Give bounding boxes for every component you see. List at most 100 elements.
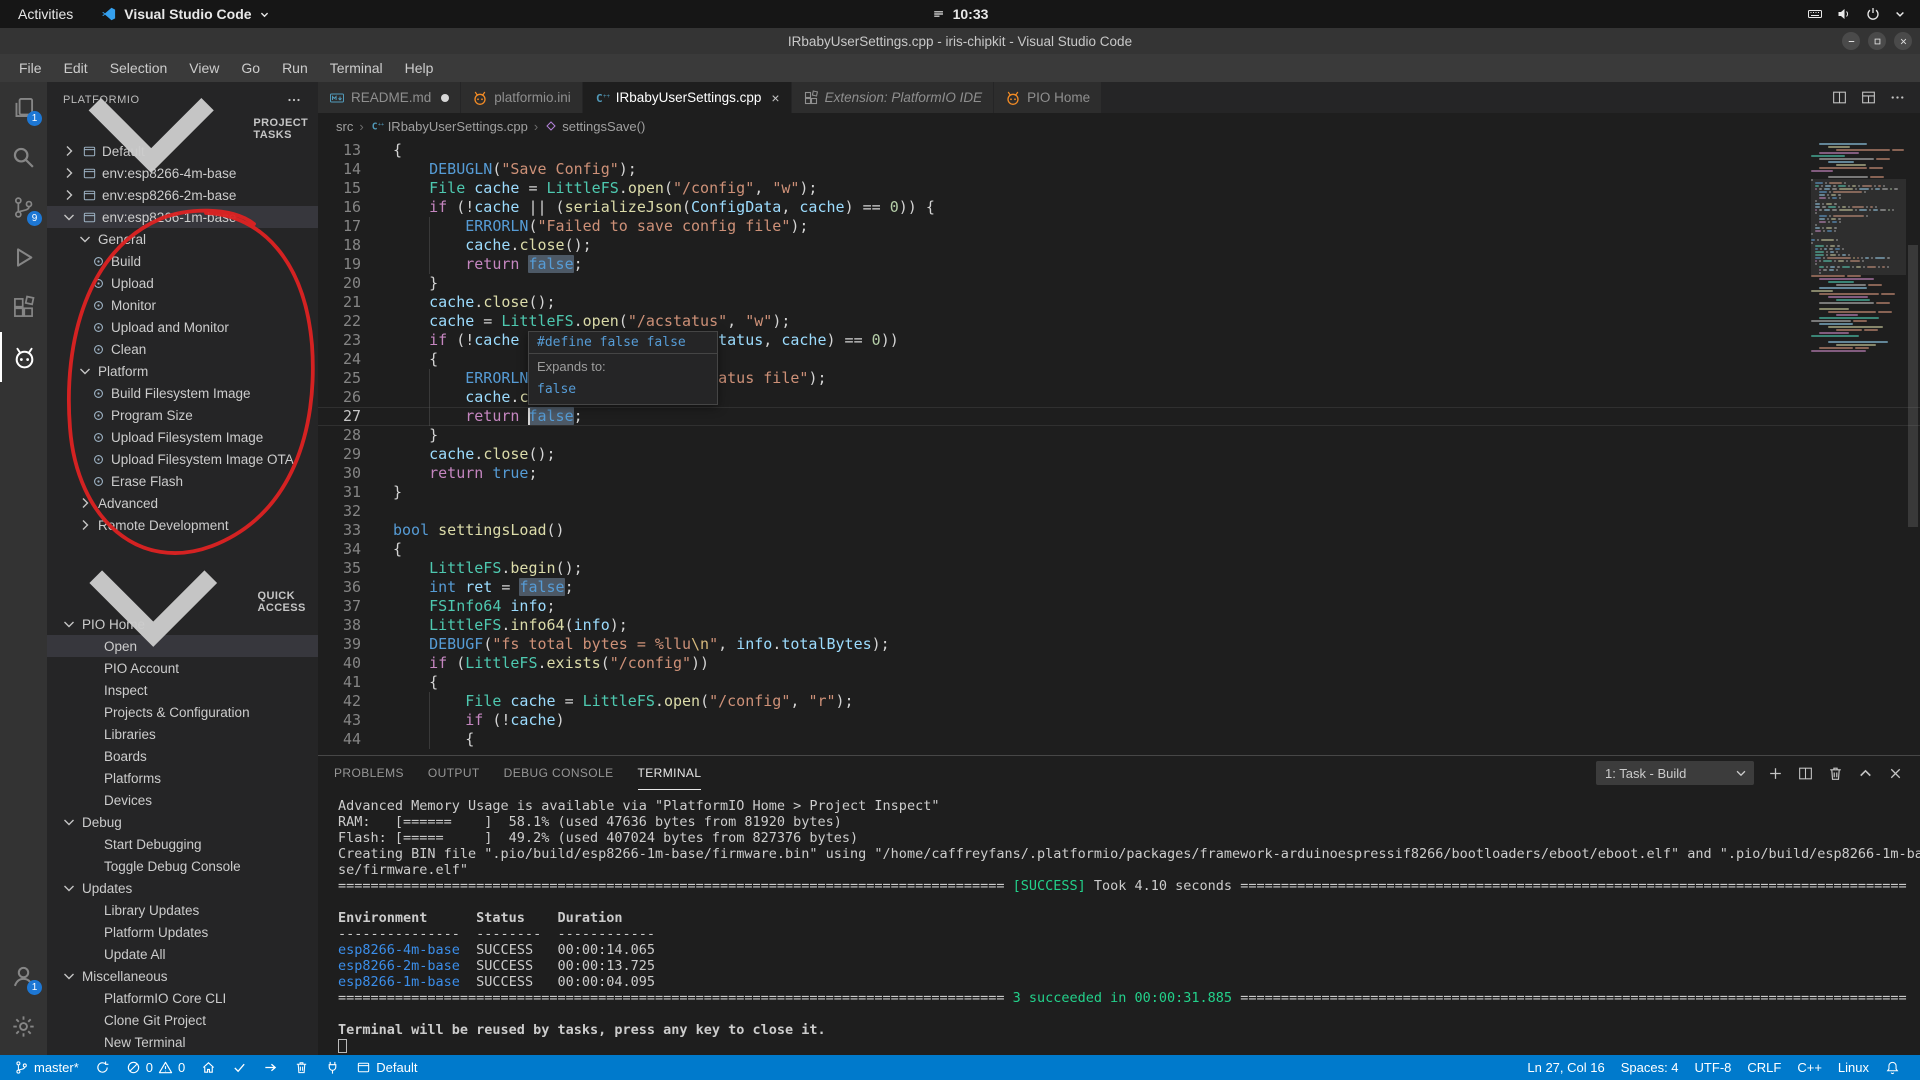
status-eol[interactable]: CRLF — [1739, 1055, 1789, 1080]
menu-go[interactable]: Go — [230, 54, 271, 82]
tab-platformio-ini[interactable]: platformio.ini — [461, 82, 583, 113]
close-button[interactable] — [1894, 32, 1912, 50]
code-line-14[interactable]: 14 DEBUGLN("Save Config"); — [318, 160, 1920, 179]
code-line-41[interactable]: 41 { — [318, 673, 1920, 692]
split-terminal-icon[interactable] — [1797, 765, 1814, 782]
code-line-22[interactable]: 22 cache = LittleFS.open("/acstatus", "w… — [318, 312, 1920, 331]
code-line-21[interactable]: 21 cache.close(); — [318, 293, 1920, 312]
split-editor-icon[interactable] — [1831, 89, 1848, 106]
status-problems[interactable]: 00 — [118, 1055, 193, 1080]
panel-tab-debug-console[interactable]: DEBUG CONSOLE — [504, 756, 614, 790]
sidebar-item-upload-filesystem-image-ota[interactable]: Upload Filesystem Image OTA — [47, 448, 318, 470]
tab-extension-platformio-ide[interactable]: Extension: PlatformIO IDE — [792, 82, 995, 113]
menu-run[interactable]: Run — [271, 54, 319, 82]
code-line-37[interactable]: 37 FSInfo64 info; — [318, 597, 1920, 616]
code-line-44[interactable]: 44 { — [318, 730, 1920, 749]
sidebar-item-platform-updates[interactable]: Platform Updates — [47, 921, 318, 943]
sidebar-item-toggle-debug-console[interactable]: Toggle Debug Console — [47, 855, 318, 877]
minimap[interactable] — [1811, 139, 1906, 755]
sidebar-item-miscellaneous[interactable]: Miscellaneous — [47, 965, 318, 987]
section-header-quick-access[interactable]: QUICK ACCESS — [47, 591, 318, 613]
editor-layout-icon[interactable] — [1860, 89, 1877, 106]
sidebar-item-start-debugging[interactable]: Start Debugging — [47, 833, 318, 855]
status-language[interactable]: C++ — [1789, 1055, 1830, 1080]
sidebar-item-build-filesystem-image[interactable]: Build Filesystem Image — [47, 382, 318, 404]
status-git-branch[interactable]: master* — [6, 1055, 87, 1080]
sidebar-item-projects-configuration[interactable]: Projects & Configuration — [47, 701, 318, 723]
status-pio-serial-monitor[interactable] — [317, 1055, 348, 1080]
status-encoding[interactable]: UTF-8 — [1687, 1055, 1740, 1080]
menu-terminal[interactable]: Terminal — [319, 54, 394, 82]
editor[interactable]: 13{14 DEBUGLN("Save Config");15 File cac… — [318, 139, 1920, 755]
code-line-16[interactable]: 16 if (!cache || (serializeJson(ConfigDa… — [318, 198, 1920, 217]
activity-item-run-debug[interactable] — [0, 232, 47, 282]
activity-item-accounts[interactable]: 1 — [0, 951, 47, 1001]
code-line-18[interactable]: 18 cache.close(); — [318, 236, 1920, 255]
panel-tab-problems[interactable]: PROBLEMS — [334, 756, 404, 790]
code-line-42[interactable]: 42 File cache = LittleFS.open("/config",… — [318, 692, 1920, 711]
sidebar-item-libraries[interactable]: Libraries — [47, 723, 318, 745]
close-tab-icon[interactable]: × — [771, 90, 779, 106]
code-line-43[interactable]: 43 if (!cache) — [318, 711, 1920, 730]
code-line-33[interactable]: 33bool settingsLoad() — [318, 521, 1920, 540]
code-line-31[interactable]: 31} — [318, 483, 1920, 502]
sidebar-item-program-size[interactable]: Program Size — [47, 404, 318, 426]
minimize-button[interactable] — [1842, 32, 1860, 50]
new-terminal-icon[interactable] — [1767, 765, 1784, 782]
activity-item-source-control[interactable]: 9 — [0, 182, 47, 232]
sidebar-item-clone-git-project[interactable]: Clone Git Project — [47, 1009, 318, 1031]
window-titlebar[interactable]: IRbabyUserSettings.cpp - iris-chipkit - … — [0, 28, 1920, 54]
status-pio-env[interactable]: Default — [348, 1055, 425, 1080]
code-line-27[interactable]: 27 return false; — [318, 407, 1920, 426]
code-line-15[interactable]: 15 File cache = LittleFS.open("/config",… — [318, 179, 1920, 198]
activity-item-settings[interactable] — [0, 1001, 47, 1051]
activity-item-extensions[interactable] — [0, 282, 47, 332]
sidebar-item-debug[interactable]: Debug — [47, 811, 318, 833]
sidebar-item-devices[interactable]: Devices — [47, 789, 318, 811]
code-line-29[interactable]: 29 cache.close(); — [318, 445, 1920, 464]
minimap-slider[interactable] — [1811, 179, 1906, 275]
menu-help[interactable]: Help — [394, 54, 445, 82]
scrollbar-thumb[interactable] — [1908, 245, 1918, 527]
panel-tab-output[interactable]: OUTPUT — [428, 756, 480, 790]
code-line-17[interactable]: 17 ERRORLN("Failed to save config file")… — [318, 217, 1920, 236]
status-pio-upload[interactable] — [255, 1055, 286, 1080]
status-cursor-position[interactable]: Ln 27, Col 16 — [1519, 1055, 1612, 1080]
code-line-20[interactable]: 20 } — [318, 274, 1920, 293]
system-tray[interactable] — [1807, 6, 1920, 22]
sidebar-item-monitor[interactable]: Monitor — [47, 294, 318, 316]
sidebar-item-boards[interactable]: Boards — [47, 745, 318, 767]
sidebar-item-update-all[interactable]: Update All — [47, 943, 318, 965]
code-line-32[interactable]: 32 — [318, 502, 1920, 521]
code-line-19[interactable]: 19 return false; — [318, 255, 1920, 274]
panel-tab-terminal[interactable]: TERMINAL — [638, 756, 702, 790]
activity-item-explorer[interactable]: 1 — [0, 82, 47, 132]
sidebar-item-general[interactable]: General — [47, 228, 318, 250]
activity-item-platformio[interactable] — [0, 332, 47, 382]
status-sync[interactable] — [87, 1055, 118, 1080]
section-header-project-tasks[interactable]: PROJECT TASKS — [47, 118, 318, 140]
menu-edit[interactable]: Edit — [53, 54, 99, 82]
code-line-35[interactable]: 35 LittleFS.begin(); — [318, 559, 1920, 578]
sidebar-item-library-updates[interactable]: Library Updates — [47, 899, 318, 921]
sidebar-item-clean[interactable]: Clean — [47, 338, 318, 360]
sidebar-item-upload-and-monitor[interactable]: Upload and Monitor — [47, 316, 318, 338]
tab-irbabyusersettings-cpp[interactable]: C++IRbabyUserSettings.cpp× — [583, 82, 792, 113]
sidebar-item-upload[interactable]: Upload — [47, 272, 318, 294]
menu-selection[interactable]: Selection — [99, 54, 179, 82]
code-line-30[interactable]: 30 return true; — [318, 464, 1920, 483]
status-notifications[interactable] — [1877, 1055, 1908, 1080]
sidebar-item-platform[interactable]: Platform — [47, 360, 318, 382]
tab-readme-md[interactable]: README.md — [318, 82, 461, 113]
app-menu-button[interactable]: Visual Studio Code — [91, 0, 279, 28]
activity-item-search[interactable] — [0, 132, 47, 182]
status-pio-build[interactable] — [224, 1055, 255, 1080]
code-line-28[interactable]: 28 } — [318, 426, 1920, 445]
breadcrumb-item-settingssave[interactable]: settingsSave() — [544, 119, 645, 134]
menu-view[interactable]: View — [178, 54, 230, 82]
close-panel-icon[interactable] — [1887, 765, 1904, 782]
breadcrumb-item-irbabyusersettings-cpp[interactable]: C++IRbabyUserSettings.cpp — [370, 119, 528, 134]
breadcrumb-item-src[interactable]: src — [336, 119, 353, 134]
clock[interactable]: 10:33 — [932, 6, 989, 22]
editor-scrollbar[interactable] — [1906, 139, 1920, 755]
